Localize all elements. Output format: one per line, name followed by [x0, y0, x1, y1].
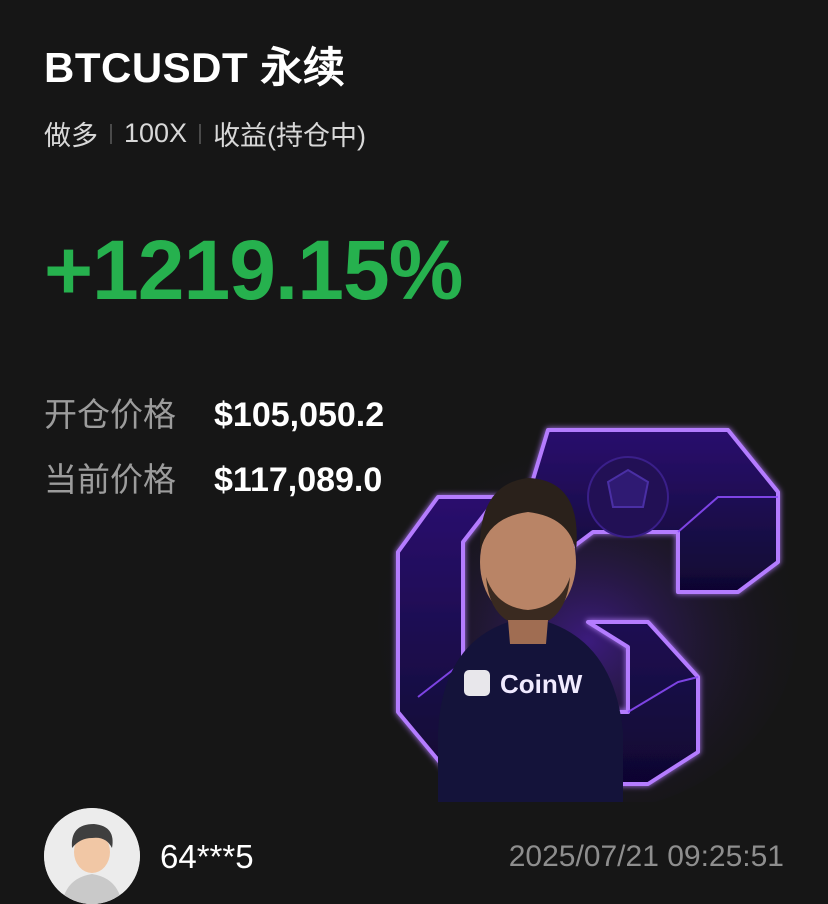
status-label: 收益(持仓中)	[213, 121, 367, 151]
leverage-label: 100X	[124, 118, 188, 148]
coinw-mark-icon	[464, 670, 490, 696]
entry-price-value: $105,050.2	[214, 396, 385, 434]
tag-divider	[110, 123, 112, 144]
current-price-row: 当前价格 $117,089.0	[44, 453, 382, 501]
page-title: BTCUSDT 永续	[44, 44, 346, 91]
promo-illustration: CoinW	[378, 412, 798, 802]
direction-label: 做多	[44, 121, 98, 151]
timestamp: 2025/07/21 09:25:51	[508, 840, 784, 873]
tag-divider	[199, 123, 202, 144]
coinw-logo-illustration: CoinW	[378, 428, 798, 802]
current-price-value: $117,089.0	[214, 461, 383, 499]
footer: 64***5 2025/07/21 09:25:51	[0, 806, 828, 904]
entry-price-label: 开仓价格	[44, 396, 176, 433]
position-tags: 做多 100X 收益(持仓中)	[44, 114, 366, 153]
username: 64***5	[160, 838, 254, 875]
avatar	[44, 808, 140, 904]
promo-brand-text: CoinW	[500, 669, 583, 699]
user-avatar-icon	[44, 808, 140, 904]
current-price-label: 当前价格	[44, 461, 176, 498]
entry-price-row: 开仓价格 $105,050.2	[44, 388, 384, 436]
pnl-percentage: +1219.15%	[44, 223, 463, 317]
